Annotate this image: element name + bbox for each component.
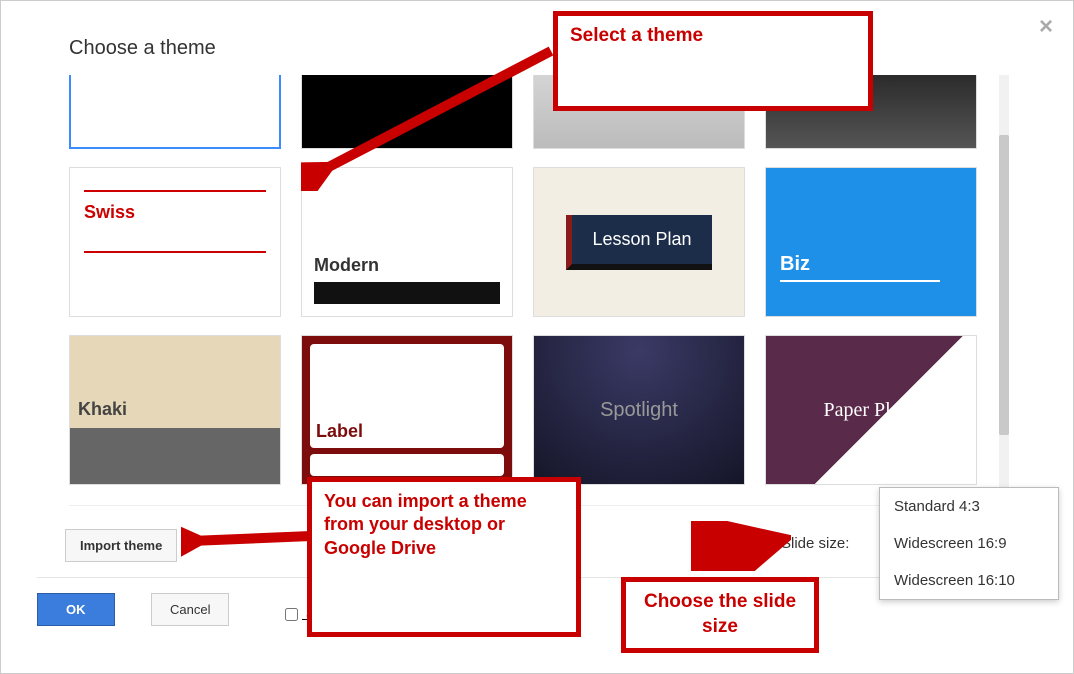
annotation-arrow-icon (691, 521, 791, 571)
slide-size-option[interactable]: Standard 4:3 (880, 488, 1058, 525)
scrollbar-thumb[interactable] (999, 135, 1009, 435)
swiss-accent-line (84, 190, 266, 192)
theme-tile-biz[interactable]: Biz (765, 167, 977, 317)
annotation-slide-size: Choose the slide size (621, 577, 819, 653)
cancel-button[interactable]: Cancel (151, 593, 229, 626)
modern-accent-bar (314, 282, 500, 304)
theme-label: Spotlight (600, 399, 678, 422)
khaki-accent-bar (70, 428, 280, 484)
theme-tile-paper-plane[interactable]: Paper Plane (765, 335, 977, 485)
theme-tile-khaki[interactable]: Khaki (69, 335, 281, 485)
annotation-arrow-icon (301, 41, 561, 191)
theme-tile-label[interactable]: Label (301, 335, 513, 485)
slide-size-option[interactable]: Widescreen 16:10 (880, 562, 1058, 599)
slide-size-option[interactable]: Widescreen 16:9 (880, 525, 1058, 562)
annotation-import: You can import a theme from your desktop… (307, 477, 581, 637)
theme-tile-swiss[interactable]: Swiss (69, 167, 281, 317)
swiss-accent-line (84, 251, 266, 253)
theme-label: Biz (780, 253, 940, 282)
show-for-new-checkbox[interactable] (285, 608, 298, 621)
close-icon[interactable]: × (1039, 13, 1053, 41)
annotation-arrow-icon (181, 511, 321, 561)
slide-size-label: Slide size: (781, 535, 849, 552)
label-subtitle-box (310, 454, 504, 476)
ok-button[interactable]: OK (37, 593, 115, 626)
theme-label: Lesson Plan (566, 215, 711, 270)
import-theme-button[interactable]: Import theme (65, 529, 177, 562)
theme-label: Swiss (84, 202, 266, 223)
theme-tile-lesson-plan[interactable]: Lesson Plan (533, 167, 745, 317)
theme-tile-spotlight[interactable]: Spotlight (533, 335, 745, 485)
gallery-scrollbar[interactable] (999, 75, 1009, 505)
theme-tile-simple-light[interactable] (69, 75, 281, 149)
slide-size-menu: Standard 4:3 Widescreen 16:9 Widescreen … (879, 487, 1059, 600)
theme-label: Paper Plane (824, 399, 919, 422)
theme-label: Modern (314, 255, 500, 276)
dialog-title: Choose a theme (69, 37, 216, 60)
theme-label: Label (316, 421, 363, 442)
theme-label: Khaki (78, 399, 127, 420)
annotation-select-theme: Select a theme (553, 11, 873, 111)
